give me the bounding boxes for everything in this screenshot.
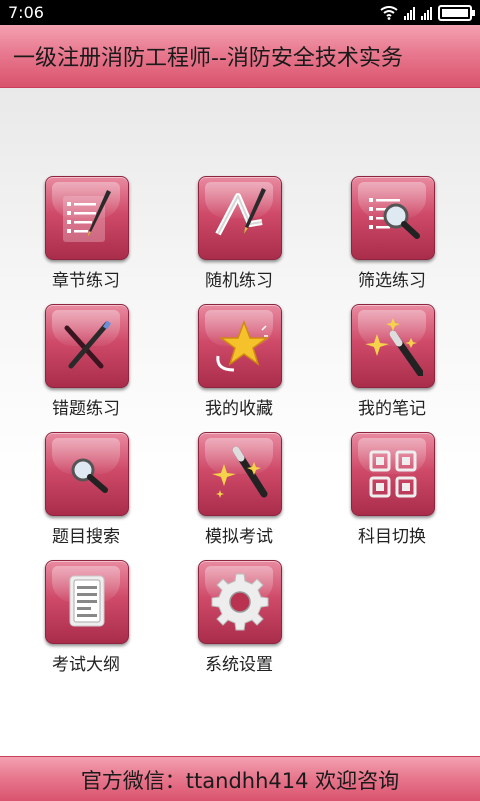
grid-icon xyxy=(351,432,435,516)
magnifier-icon xyxy=(45,432,129,516)
status-time: 7:06 xyxy=(8,3,44,22)
menu-item-chapter-practice[interactable]: 章节练习 xyxy=(24,176,154,296)
document-icon xyxy=(45,560,129,644)
menu-item-label: 随机练习 xyxy=(205,271,273,291)
signal-icon xyxy=(404,6,415,20)
menu-item-label: 筛选练习 xyxy=(358,271,426,291)
footer-bar: 官方微信：ttandhh414 欢迎咨询 xyxy=(0,756,480,801)
magic-wand-icon xyxy=(351,304,435,388)
footer-contact-text: 官方微信：ttandhh414 欢迎咨询 xyxy=(80,769,400,793)
menu-item-label: 系统设置 xyxy=(205,655,273,675)
list-pen-icon xyxy=(45,176,129,260)
menu-item-label: 科目切换 xyxy=(358,527,426,547)
menu-item-exam-syllabus[interactable]: 考试大纲 xyxy=(24,560,154,680)
menu-item-label: 我的笔记 xyxy=(358,399,426,419)
random-pen-icon xyxy=(198,176,282,260)
menu-item-label: 章节练习 xyxy=(52,271,120,291)
title-bar: 一级注册消防工程师--消防安全技术实务 xyxy=(0,25,480,88)
wifi-icon xyxy=(380,6,398,20)
menu-item-my-notes[interactable]: 我的笔记 xyxy=(330,304,460,424)
menu-item-my-favorites[interactable]: 我的收藏 xyxy=(177,304,307,424)
page-title: 一级注册消防工程师--消防安全技术实务 xyxy=(13,46,403,71)
battery-icon xyxy=(438,5,475,21)
menu-item-label: 我的收藏 xyxy=(205,399,273,419)
menu-item-subject-switch[interactable]: 科目切换 xyxy=(330,432,460,552)
magic-wand-icon xyxy=(198,432,282,516)
menu-item-question-search[interactable]: 题目搜索 xyxy=(24,432,154,552)
cross-pens-icon xyxy=(45,304,129,388)
menu-item-random-practice[interactable]: 随机练习 xyxy=(177,176,307,296)
menu-item-system-settings[interactable]: 系统设置 xyxy=(177,560,307,680)
gear-icon xyxy=(198,560,282,644)
menu-item-label: 题目搜索 xyxy=(52,527,120,547)
menu-item-label: 模拟考试 xyxy=(205,527,273,547)
menu-item-mock-exam[interactable]: 模拟考试 xyxy=(177,432,307,552)
menu-item-wrong-questions[interactable]: 错题练习 xyxy=(24,304,154,424)
status-icons xyxy=(380,5,475,21)
menu-item-label: 错题练习 xyxy=(52,399,120,419)
list-magnifier-icon xyxy=(351,176,435,260)
status-bar: 7:06 xyxy=(0,0,480,25)
menu-grid: 章节练习 随机练习 筛选练习 错题练习 我的收藏 我的笔记 题目搜索 模拟考试 … xyxy=(0,88,480,756)
menu-item-label: 考试大纲 xyxy=(52,655,120,675)
star-icon xyxy=(198,304,282,388)
menu-item-filter-practice[interactable]: 筛选练习 xyxy=(330,176,460,296)
signal-icon xyxy=(421,6,432,20)
